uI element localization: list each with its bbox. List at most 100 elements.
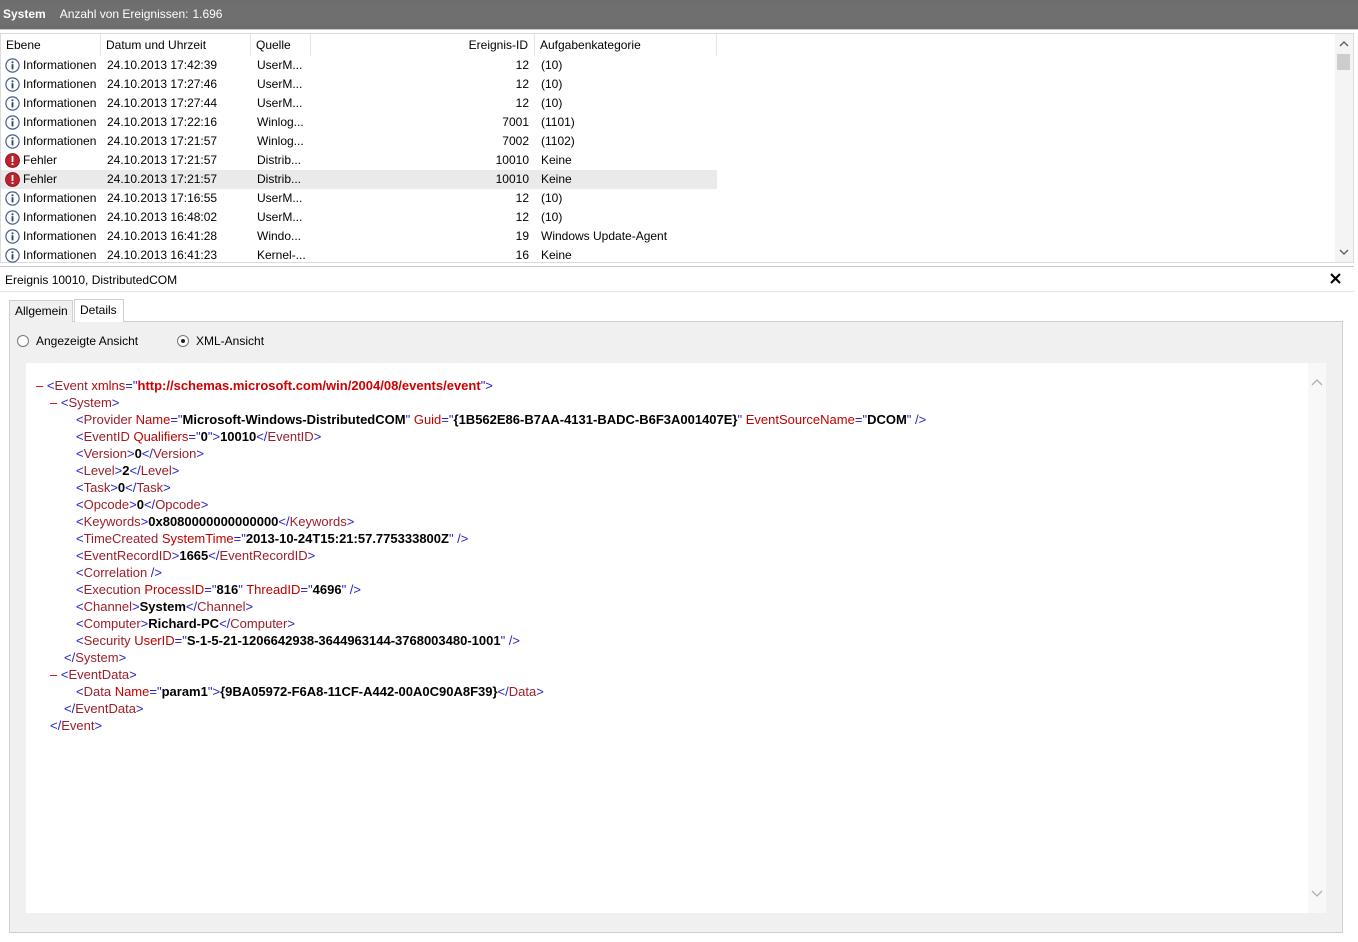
- cell-datetime: 24.10.2013 17:27:46: [107, 77, 218, 91]
- xml-line-timecreated: <TimeCreated SystemTime="2013-10-24T15:2…: [76, 531, 469, 546]
- xml-line-provider: <Provider Name="Microsoft-Windows-Distri…: [76, 412, 927, 427]
- cell-task-category: (10): [541, 191, 563, 205]
- radio-friendly-view-label: Angezeigte Ansicht: [36, 334, 139, 348]
- table-row[interactable]: Informationen 24.10.2013 16:41:23 Kernel-.…: [1, 246, 717, 265]
- cell-datetime: 24.10.2013 16:41:28: [107, 229, 218, 243]
- info-icon: [5, 229, 20, 244]
- cell-datetime: 24.10.2013 17:21:57: [107, 172, 218, 186]
- radio-button-selected[interactable]: [177, 335, 189, 347]
- xml-line-security: <Security UserID="S-1-5-21-1206642938-36…: [76, 633, 521, 648]
- xml-line-level: <Level>2</Level>: [76, 463, 180, 478]
- error-icon: [5, 172, 20, 187]
- event-detail-header: Ereignis 10010, DistributedCOM: [0, 266, 1354, 292]
- xml-line-system-close: </System>: [64, 650, 127, 665]
- radio-xml-view[interactable]: XML-Ansicht: [177, 332, 264, 350]
- scroll-up-icon[interactable]: [1311, 377, 1323, 387]
- table-row[interactable]: Informationen 24.10.2013 17:27:46 UserM...…: [1, 75, 717, 94]
- cell-source: UserM...: [257, 96, 303, 110]
- xml-scrollbar[interactable]: [1308, 363, 1326, 913]
- cell-task-category: (10): [541, 96, 563, 110]
- cell-level: Informationen: [23, 115, 97, 129]
- table-row[interactable]: Informationen 24.10.2013 17:16:55 UserM...…: [1, 189, 717, 208]
- info-icon: [5, 210, 20, 225]
- cell-level: Fehler: [23, 153, 58, 167]
- cell-level: Informationen: [23, 58, 97, 72]
- table-row[interactable]: Fehler 24.10.2013 17:21:57 Distrib... 10010…: [1, 151, 717, 170]
- info-icon: [5, 191, 20, 206]
- cell-source: Winlog...: [257, 115, 304, 129]
- xml-line-event-close: </Event>: [50, 718, 103, 733]
- table-row[interactable]: Informationen 24.10.2013 16:48:02 UserM...…: [1, 208, 717, 227]
- column-header-level[interactable]: Ebene: [1, 34, 101, 56]
- cell-level: Informationen: [23, 96, 97, 110]
- cell-datetime: 24.10.2013 17:21:57: [107, 153, 218, 167]
- cell-source: Distrib...: [257, 153, 302, 167]
- column-header-datetime[interactable]: Datum und Uhrzeit: [101, 34, 251, 56]
- cell-source: UserM...: [257, 58, 303, 72]
- cell-event-id: 12: [515, 96, 529, 110]
- info-icon: [5, 248, 20, 263]
- collapse-toggle[interactable]: –: [50, 395, 57, 410]
- cell-datetime: 24.10.2013 16:48:02: [107, 210, 218, 224]
- event-count-label: Anzahl von Ereignissen:: [59, 7, 189, 21]
- event-list-scrollbar[interactable]: [1335, 34, 1353, 262]
- collapse-toggle[interactable]: –: [36, 378, 43, 393]
- table-row[interactable]: Fehler 24.10.2013 17:21:57 Distrib... 10010…: [1, 170, 717, 189]
- cell-level: Informationen: [23, 134, 97, 148]
- radio-xml-view-label: XML-Ansicht: [196, 334, 265, 348]
- table-row[interactable]: Informationen 24.10.2013 16:41:28 Windo...…: [1, 227, 717, 246]
- cell-level: Informationen: [23, 229, 97, 243]
- event-rows: Informationen 24.10.2013 17:42:39 UserM...…: [1, 56, 1335, 265]
- table-row[interactable]: Informationen 24.10.2013 17:27:44 UserM...…: [1, 94, 717, 113]
- tab-details[interactable]: Details: [74, 299, 124, 322]
- cell-task-category: Keine: [541, 248, 572, 262]
- cell-level: Informationen: [23, 210, 97, 224]
- cell-event-id: 10010: [495, 172, 529, 186]
- column-header-event-id[interactable]: Ereignis-ID: [311, 34, 535, 56]
- cell-datetime: 24.10.2013 17:22:16: [107, 115, 218, 129]
- tab-general[interactable]: Allgemein: [9, 300, 73, 322]
- radio-friendly-view[interactable]: Angezeigte Ansicht: [17, 332, 138, 350]
- cell-event-id: 12: [515, 77, 529, 91]
- xml-line-channel: <Channel>System</Channel>: [76, 599, 254, 614]
- cell-source: Distrib...: [257, 172, 302, 186]
- scroll-up-icon[interactable]: [1338, 38, 1350, 50]
- event-count-value: 1.696: [192, 7, 223, 21]
- info-icon: [5, 96, 20, 111]
- cell-level: Fehler: [23, 172, 58, 186]
- cell-task-category: (10): [541, 210, 563, 224]
- scroll-down-icon[interactable]: [1311, 889, 1323, 899]
- table-row[interactable]: Informationen 24.10.2013 17:42:39 UserM...…: [1, 56, 717, 75]
- scroll-down-icon[interactable]: [1338, 246, 1350, 258]
- cell-event-id: 12: [515, 210, 529, 224]
- column-header-task-category[interactable]: Aufgabenkategorie: [535, 34, 717, 56]
- cell-task-category: (10): [541, 77, 563, 91]
- cell-task-category: (1101): [541, 115, 575, 129]
- table-row[interactable]: Informationen 24.10.2013 17:21:57 Winlog..…: [1, 132, 717, 151]
- cell-source: Windo...: [257, 229, 302, 243]
- cell-level: Informationen: [23, 248, 97, 262]
- cell-event-id: 7001: [502, 115, 529, 129]
- cell-level: Informationen: [23, 191, 97, 205]
- collapse-toggle[interactable]: –: [50, 667, 57, 682]
- cell-source: UserM...: [257, 77, 303, 91]
- column-header-source[interactable]: Quelle: [251, 34, 311, 56]
- xml-view[interactable]: – <Event xmlns="http://schemas.microsoft…: [26, 363, 1326, 913]
- table-row[interactable]: Informationen 24.10.2013 17:22:16 Winlog..…: [1, 113, 717, 132]
- cell-source: UserM...: [257, 210, 303, 224]
- cell-event-id: 16: [515, 248, 529, 262]
- radio-button[interactable]: [17, 335, 29, 347]
- event-list[interactable]: Ebene Datum und Uhrzeit Quelle Ereignis-…: [0, 33, 1354, 263]
- xml-line-opcode: <Opcode>0</Opcode>: [76, 497, 209, 512]
- cell-task-category: Keine: [541, 172, 572, 186]
- xml-line-task: <Task>0</Task>: [76, 480, 171, 495]
- info-icon: [5, 134, 20, 149]
- info-icon: [5, 115, 20, 130]
- cell-event-id: 12: [515, 58, 529, 72]
- xml-line-correlation: <Correlation />: [76, 565, 163, 580]
- error-icon: [5, 153, 20, 168]
- cell-task-category: Windows Update-Agent: [541, 229, 668, 243]
- cell-datetime: 24.10.2013 16:41:23: [107, 248, 218, 262]
- scroll-thumb[interactable]: [1337, 54, 1350, 70]
- close-icon[interactable]: [1330, 273, 1341, 284]
